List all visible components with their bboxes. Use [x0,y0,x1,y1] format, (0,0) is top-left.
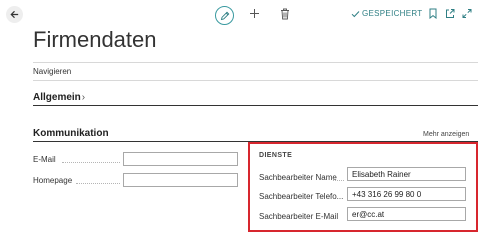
arrow-left-icon [10,10,19,19]
divider [33,62,478,63]
services-group-title: DIENSTE [259,152,293,159]
section-general-header[interactable]: Allgemein› [33,92,85,103]
homepage-label: Homepage [33,176,73,185]
label-leader [76,183,120,184]
bookmark-icon[interactable] [428,8,438,19]
section-divider [33,105,478,106]
email-field[interactable] [123,152,238,166]
navigate-menu[interactable]: Navigieren [33,67,71,76]
clerk-email-label: Sachbearbeiter E-Mail [259,212,339,221]
pencil-icon [220,11,229,20]
trash-icon[interactable] [280,8,290,20]
clerk-phone-label: Sachbearbeiter Telefo... [259,192,344,201]
email-label: E-Mail [33,155,56,164]
back-button[interactable] [6,6,23,23]
page-title: Firmendaten [33,27,157,52]
section-communication-title[interactable]: Kommunikation [33,128,109,139]
clerk-name-field[interactable] [347,167,466,181]
show-more-link[interactable]: Mehr anzeigen [423,131,469,138]
clerk-email-field[interactable] [347,207,466,221]
saved-status-label: GESPEICHERT [362,9,423,18]
homepage-field[interactable] [123,173,238,187]
open-in-new-icon[interactable] [445,8,455,19]
divider [33,80,478,81]
edit-button[interactable] [215,6,234,25]
expand-icon[interactable] [462,8,472,19]
clerk-phone-field[interactable] [347,187,466,201]
clerk-name-label: Sachbearbeiter Name [259,173,337,182]
check-icon [351,10,360,17]
label-leader [333,180,344,181]
saved-status: GESPEICHERT [351,9,423,18]
chevron-right-icon: › [81,92,86,103]
plus-icon[interactable] [249,8,260,19]
section-general-title: Allgemein [33,92,81,103]
label-leader [62,162,120,163]
